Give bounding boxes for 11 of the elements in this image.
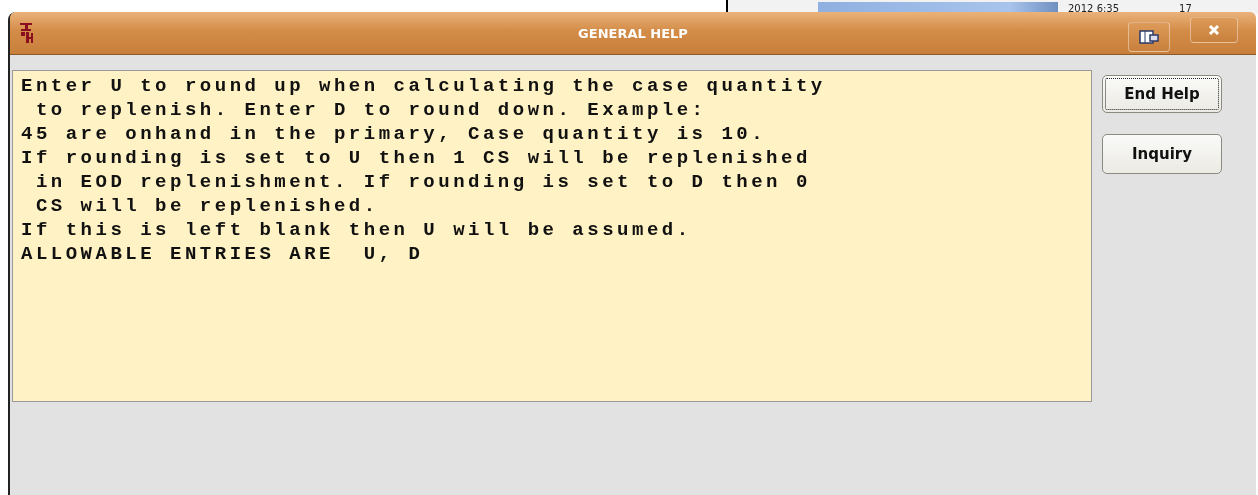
restore-button[interactable] <box>1128 22 1170 52</box>
close-button[interactable] <box>1190 17 1238 43</box>
background-text: 17 <box>1179 4 1192 14</box>
inquiry-button[interactable]: Inquiry <box>1102 134 1222 174</box>
app-logo-icon <box>20 23 34 43</box>
background-time-text: 2012 6:35 <box>1068 4 1120 14</box>
help-text: Enter U to round up when calculating the case quantity to replenish. Enter D to round down. Example: 45 are onhand in the primary, Case quantity is 10. If rounding is set to U then 1 CS will be replenished in EOD replenishment. If rounding is set to D then 0 CS will be replenished. If this is left blank then U will be assumed. ALLOWABLE ENTRIES ARE U, D <box>12 70 1092 402</box>
window-title: GENERAL HELP <box>578 25 688 41</box>
window-restore-icon <box>1139 30 1159 44</box>
close-icon <box>1208 24 1220 36</box>
end-help-button[interactable]: End Help <box>1102 75 1222 113</box>
